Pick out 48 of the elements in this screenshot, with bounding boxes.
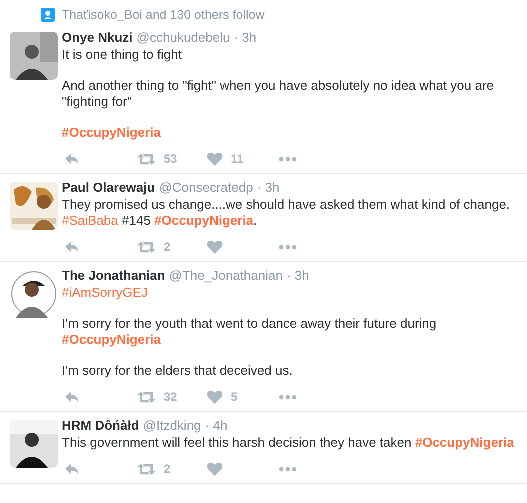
person-icon: [41, 8, 55, 22]
tweet-text: It is one thing to fight: [62, 47, 183, 63]
reply-icon[interactable]: [64, 240, 80, 254]
author-name[interactable]: Onye Nkuzi: [62, 29, 133, 47]
retweet-icon[interactable]: [137, 152, 156, 166]
more-icon[interactable]: [279, 156, 297, 162]
tweet-text: And another thing to "fight" when you have absolutely no idea what you are "fighting for": [62, 78, 496, 110]
tweet-text: They promised us change....we should have asked them what kind of change. #SaiBaba #145 #OccupyNigeria.: [62, 197, 512, 229]
tweet-time[interactable]: · 3h: [234, 29, 257, 47]
hashtag-link[interactable]: #iAmSorryGEJ: [62, 285, 148, 300]
tweet-text: I'm sorry for the elders that deceived us.: [62, 363, 294, 379]
follow-context: Thaťisoko_Boi and 130 others follow: [62, 8, 265, 22]
tweet-time[interactable]: · 3h: [257, 179, 280, 197]
hashtag-link[interactable]: #OccupyNigeria: [62, 332, 161, 347]
tweet-text: I'm sorry for the youth that went to dance away their future during #OccupyNigeria: [62, 316, 438, 348]
tweet-time[interactable]: · 4h: [205, 417, 228, 435]
retweet-count: 2: [164, 462, 171, 476]
hashtag-link[interactable]: #OccupyNigeria: [62, 125, 161, 140]
reply-icon[interactable]: [64, 152, 80, 166]
tweet-text: This government will feel this harsh decision they have taken #OccupyNigeria: [62, 435, 516, 451]
more-icon[interactable]: [279, 244, 297, 250]
author-name[interactable]: Paul Olarewaju: [62, 179, 156, 197]
retweet-count: 32: [164, 390, 178, 404]
retweet-count: 53: [164, 152, 178, 166]
heart-icon[interactable]: [207, 240, 223, 254]
retweet-icon[interactable]: [137, 462, 156, 476]
author-handle[interactable]: @The_Jonathanian: [169, 267, 283, 285]
more-icon[interactable]: [279, 466, 297, 472]
more-icon[interactable]: [279, 394, 297, 400]
reply-icon[interactable]: [64, 462, 80, 476]
author-handle[interactable]: @cchukudebelu: [136, 29, 230, 47]
tweet-time[interactable]: · 3h: [286, 267, 310, 285]
author-handle[interactable]: @Itzdking: [143, 417, 202, 435]
hashtag-link[interactable]: #SaiBaba: [62, 213, 118, 228]
hashtag-link[interactable]: #OccupyNigeria: [154, 213, 254, 228]
heart-icon[interactable]: [207, 390, 223, 404]
author-name[interactable]: HRM Dôńàłd: [62, 417, 140, 435]
heart-icon[interactable]: [207, 152, 223, 166]
hashtag-link[interactable]: #OccupyNigeria: [415, 435, 514, 450]
reply-icon[interactable]: [64, 390, 80, 404]
heart-icon[interactable]: [207, 462, 223, 476]
author-handle[interactable]: @Consecratedp: [159, 179, 254, 197]
retweet-icon[interactable]: [137, 390, 156, 404]
like-count: 11: [231, 152, 244, 166]
like-count: 5: [231, 390, 238, 404]
author-name[interactable]: The Jonathanian: [62, 267, 166, 285]
retweet-count: 2: [164, 240, 171, 254]
retweet-icon[interactable]: [137, 240, 156, 254]
